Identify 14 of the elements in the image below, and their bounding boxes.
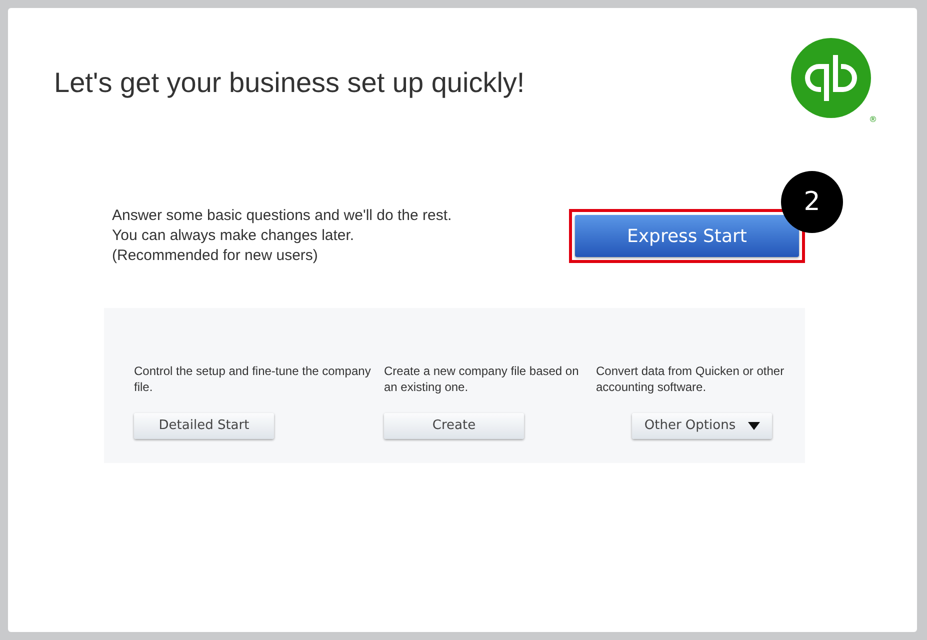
- step-badge: 2: [781, 171, 843, 233]
- option-description: Create a new company file based on an existing one.: [384, 363, 580, 396]
- registered-mark: ®: [869, 114, 877, 126]
- page-title: Let's get your business set up quickly!: [54, 66, 525, 100]
- option-description: Control the setup and fine-tune the company file.: [134, 363, 372, 396]
- express-start-button[interactable]: Express Start: [575, 215, 799, 257]
- option-button[interactable]: Create: [384, 413, 524, 439]
- express-description: Answer some basic questions and we'll do the rest. You can always make changes later.: [112, 206, 453, 246]
- option-description: Convert data from Quicken or other accounting software.: [596, 363, 786, 396]
- recommendation-note: (Recommended for new users): [112, 246, 319, 266]
- caret-icon: [748, 422, 760, 430]
- options-dropdown[interactable]: Other Options: [632, 413, 772, 439]
- logo-icon: [791, 38, 871, 118]
- option-button[interactable]: Detailed Start: [134, 413, 274, 439]
